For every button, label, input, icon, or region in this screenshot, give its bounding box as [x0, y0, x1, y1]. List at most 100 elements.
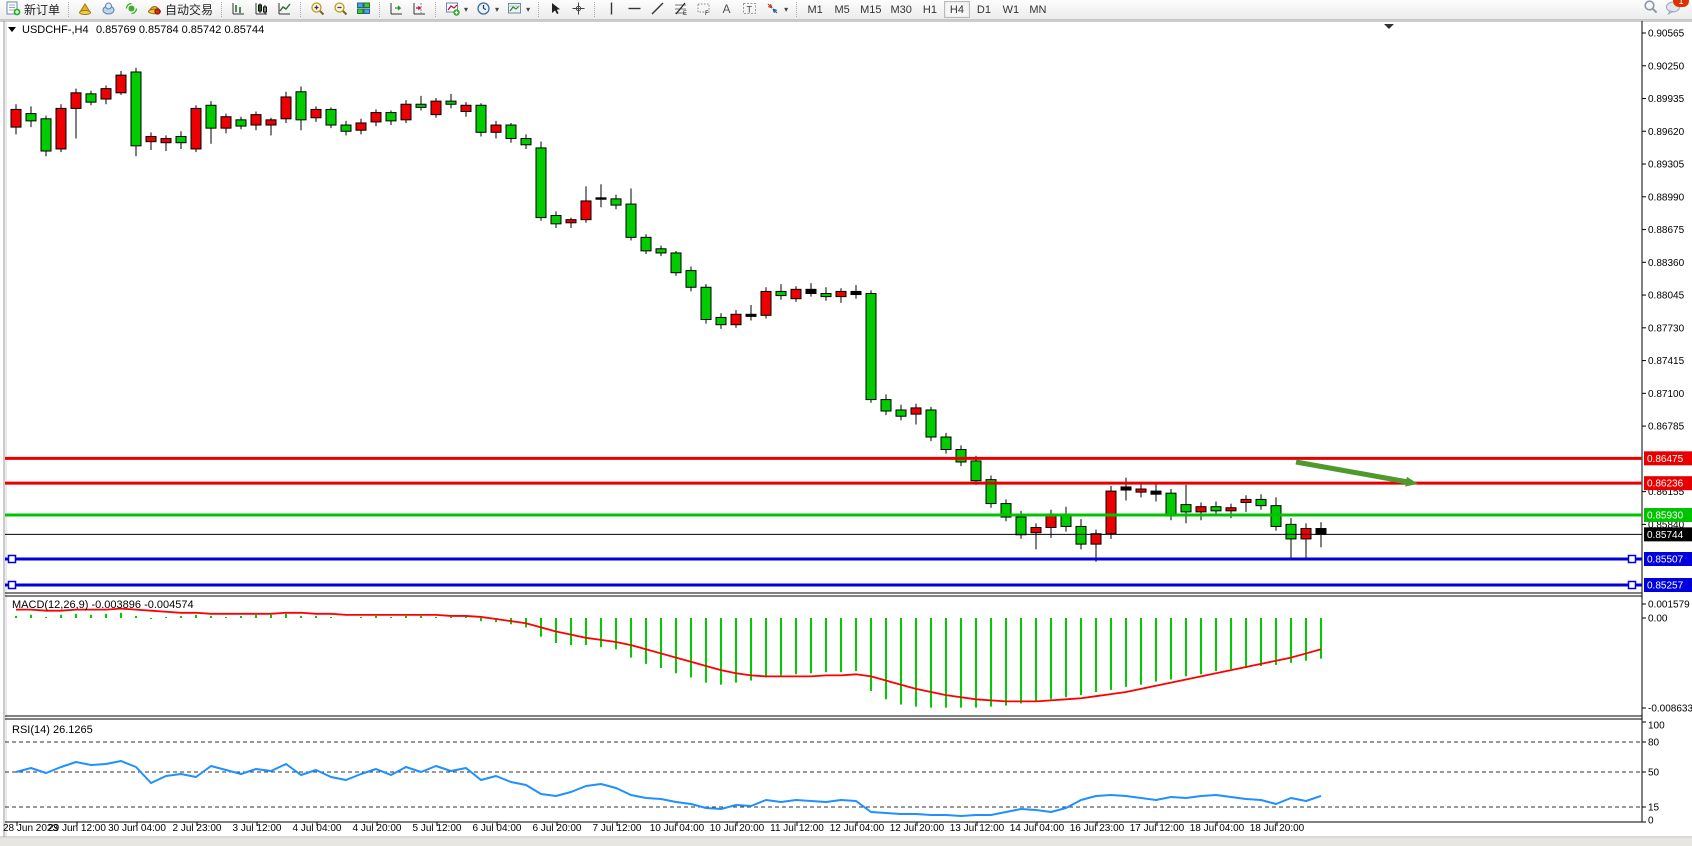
timeframe-m1-button[interactable]: M1: [802, 1, 828, 18]
auto-scroll-button[interactable]: [385, 1, 408, 19]
indicators-button[interactable]: ▾: [441, 1, 472, 19]
price-tick-label: 0.89620: [1648, 127, 1685, 138]
timeframe-m15-button[interactable]: M15: [856, 1, 885, 18]
cursor-button[interactable]: [544, 1, 567, 19]
timeframe-d1-button[interactable]: D1: [971, 1, 997, 18]
shapes-button[interactable]: ▾: [761, 1, 792, 19]
rsi-panel: [16, 761, 1321, 816]
toolbar-separator: [796, 2, 798, 17]
candle: [656, 249, 666, 253]
candle: [401, 104, 411, 120]
chart-shift-button[interactable]: [408, 1, 431, 19]
new-order-button[interactable]: 新订单: [2, 1, 64, 19]
price-tick-label: 0.86785: [1648, 422, 1685, 433]
crosshair-button[interactable]: [567, 1, 590, 19]
template-icon: [507, 1, 522, 19]
chart-shift-icon: [412, 1, 427, 19]
chart-ohlc-quotes: 0.85769 0.85784 0.85742 0.85744: [96, 24, 264, 36]
line-chart-button[interactable]: [273, 1, 296, 19]
candle: [566, 220, 576, 223]
panel-separator-macd[interactable]: [5, 593, 1642, 596]
scroll-marker-icon: [1384, 24, 1394, 29]
timeframe-m5-button[interactable]: M5: [829, 1, 855, 18]
candle: [806, 289, 816, 293]
time-tick-label: 10 Jul 04:00: [650, 823, 705, 834]
candle: [311, 109, 321, 117]
candle: [596, 198, 606, 199]
text-label-button[interactable]: T: [738, 1, 761, 19]
bar-chart-button[interactable]: [227, 1, 250, 19]
panel-separator-rsi[interactable]: [5, 716, 1642, 719]
navigator-button[interactable]: [120, 1, 143, 19]
fibonacci-button[interactable]: E: [669, 1, 692, 19]
chart-canvas[interactable]: 0.905650.902500.899350.896200.893050.889…: [0, 0, 1692, 846]
channel-button[interactable]: F: [692, 1, 715, 19]
tile-windows-button[interactable]: [352, 1, 375, 19]
candle: [971, 461, 981, 481]
time-tick-label: 11 Jul 12:00: [770, 823, 824, 834]
bar-chart-icon: [231, 1, 246, 19]
candle: [431, 101, 441, 115]
svg-text:T: T: [747, 4, 753, 14]
zoom-in-button[interactable]: [306, 1, 329, 19]
time-tick-label: 5 Jul 12:00: [413, 823, 462, 834]
candlestick-chart-button[interactable]: [250, 1, 273, 19]
macd-tick-label: 0.001579: [1648, 600, 1690, 611]
blue-level-2[interactable]: [5, 581, 1642, 588]
candlestick-chart-icon: [254, 1, 269, 19]
resistance-line-2-badge: 0.86236: [1644, 476, 1692, 490]
candle: [551, 216, 561, 224]
candle: [641, 237, 651, 251]
text-button[interactable]: A: [715, 1, 738, 19]
rsi-tick-label: 100: [1648, 721, 1665, 732]
vertical-line-button[interactable]: [600, 1, 623, 19]
horizontal-line-button[interactable]: [623, 1, 646, 19]
periods-button[interactable]: ▾: [472, 1, 503, 19]
timeframe-m30-button[interactable]: M30: [887, 1, 916, 18]
level-lines: 0.864750.862360.859300.857440.855070.852…: [5, 451, 1692, 592]
candle: [881, 400, 891, 411]
market-watch-button[interactable]: [74, 1, 97, 19]
candle: [626, 204, 636, 237]
data-window-button[interactable]: [97, 1, 120, 19]
timeframe-mn-button[interactable]: MN: [1025, 1, 1051, 18]
templates-button[interactable]: ▾: [503, 1, 534, 19]
support-line-green-badge: 0.85930: [1644, 508, 1692, 522]
search-icon[interactable]: [1643, 0, 1659, 20]
candle: [101, 89, 111, 99]
candle: [26, 114, 36, 121]
new-order-label: 新订单: [24, 1, 60, 18]
price-tick-label: 0.88360: [1648, 258, 1685, 269]
blue-level-1[interactable]: [5, 555, 1642, 562]
price-tick-label: 0.90565: [1648, 29, 1685, 40]
auto-scroll-icon: [389, 1, 404, 19]
timeframe-h4-button[interactable]: H4: [944, 1, 970, 18]
candle: [281, 97, 291, 119]
candle: [191, 108, 201, 149]
zoom-out-icon: [333, 1, 348, 19]
svg-text:0.86475: 0.86475: [1647, 454, 1684, 465]
candle: [491, 125, 501, 132]
dropdown-arrow-icon: ▾: [526, 5, 530, 14]
candle: [911, 408, 921, 414]
autotrading-label: 自动交易: [165, 1, 213, 18]
chart-collapse-icon[interactable]: [8, 27, 16, 32]
trendline-button[interactable]: [646, 1, 669, 19]
time-axis[interactable]: 28 Jun 202329 Jun 12:0030 Jun 04:002 Jul…: [3, 822, 1305, 834]
time-tick-label: 18 Jul 04:00: [1190, 823, 1245, 834]
candle: [731, 314, 741, 324]
time-tick-label: 14 Jul 04:00: [1010, 823, 1065, 834]
toolbar-separator: [221, 2, 223, 17]
navigator-icon: [124, 1, 139, 19]
candle: [236, 120, 246, 126]
timeframe-w1-button[interactable]: W1: [998, 1, 1024, 18]
autotrading-button[interactable]: 自动交易: [143, 1, 217, 19]
timeframe-group: M1M5M15M30H1H4D1W1MN: [802, 1, 1051, 18]
candle: [836, 291, 846, 296]
timeframe-h1-button[interactable]: H1: [917, 1, 943, 18]
macd-label: MACD(12,26,9) -0.003896 -0.004574: [12, 599, 194, 611]
candle: [1076, 526, 1086, 544]
notifications-button[interactable]: 1: [1665, 0, 1682, 20]
zoom-out-button[interactable]: [329, 1, 352, 19]
candle: [716, 317, 726, 324]
